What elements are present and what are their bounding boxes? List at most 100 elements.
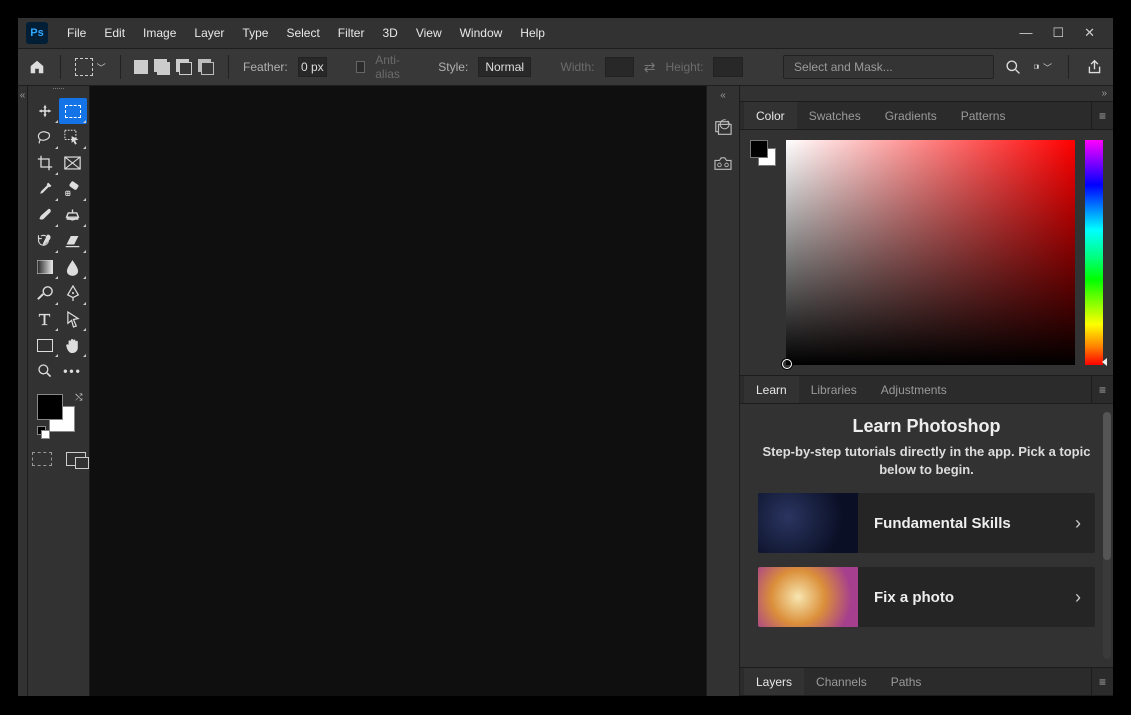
color-panel-fgbg[interactable] [750, 140, 776, 367]
tab-learn[interactable]: Learn [744, 376, 799, 403]
feather-input[interactable]: 0 px [298, 57, 327, 77]
learn-title: Learn Photoshop [758, 416, 1095, 437]
frame-tool[interactable] [59, 150, 87, 176]
color-panel [740, 130, 1113, 376]
properties-panel-icon[interactable] [709, 150, 737, 178]
minimize-button[interactable]: — [1019, 25, 1032, 41]
path-selection-tool[interactable] [59, 306, 87, 332]
document-canvas[interactable] [90, 86, 706, 696]
foreground-color-swatch[interactable] [37, 394, 63, 420]
hue-slider-thumb[interactable] [1102, 358, 1107, 366]
panel-menu-icon[interactable]: ≡ [1091, 102, 1113, 129]
menu-layer[interactable]: Layer [185, 18, 233, 48]
tab-adjustments[interactable]: Adjustments [869, 376, 959, 403]
selection-new-icon[interactable] [134, 60, 148, 74]
spot-healing-brush-tool[interactable] [59, 176, 87, 202]
chevron-right-icon: › [1075, 587, 1081, 608]
screen-mode-toggle[interactable] [66, 452, 86, 466]
menu-help[interactable]: Help [511, 18, 554, 48]
dock-collapse-toggle[interactable]: « [720, 90, 726, 106]
style-select[interactable]: Normal [478, 57, 531, 77]
chevron-right-icon: › [1075, 513, 1081, 534]
width-label: Width: [561, 60, 595, 74]
foreground-background-colors[interactable]: ⤭ [37, 394, 81, 434]
antialias-label: Anti-alias [375, 53, 409, 81]
menu-3d[interactable]: 3D [373, 18, 406, 48]
hand-tool[interactable] [59, 332, 87, 358]
eraser-tool[interactable] [59, 228, 87, 254]
color-picker-cursor [782, 359, 792, 369]
selection-add-icon[interactable] [154, 59, 170, 75]
menu-type[interactable]: Type [233, 18, 277, 48]
tab-patterns[interactable]: Patterns [949, 102, 1018, 129]
learn-card-fundamental-skills[interactable]: Fundamental Skills › [758, 493, 1095, 553]
menu-filter[interactable]: Filter [329, 18, 374, 48]
history-panel-icon[interactable] [709, 114, 737, 142]
dodge-tool[interactable] [31, 280, 59, 306]
panel-menu-icon[interactable]: ≡ [1091, 376, 1113, 403]
collapsed-dock: « [706, 86, 740, 696]
menu-image[interactable]: Image [134, 18, 185, 48]
learn-panel: Learn Photoshop Step-by-step tutorials d… [740, 404, 1113, 668]
brush-tool[interactable] [31, 202, 59, 228]
height-label: Height: [665, 60, 703, 74]
zoom-tool[interactable] [31, 358, 59, 384]
style-label: Style: [438, 60, 468, 74]
tool-preset[interactable]: ﹀ [75, 48, 106, 86]
close-button[interactable]: ✕ [1084, 25, 1095, 41]
crop-tool[interactable] [31, 150, 59, 176]
width-input [605, 57, 634, 77]
tab-layers[interactable]: Layers [744, 668, 804, 695]
learn-card-fix-a-photo[interactable]: Fix a photo › [758, 567, 1095, 627]
tab-paths[interactable]: Paths [879, 668, 934, 695]
menu-window[interactable]: Window [451, 18, 512, 48]
history-brush-tool[interactable] [31, 228, 59, 254]
clone-stamp-tool[interactable] [59, 202, 87, 228]
home-button[interactable] [28, 58, 46, 76]
pen-tool[interactable] [59, 280, 87, 306]
share-icon[interactable] [1085, 58, 1103, 76]
tab-channels[interactable]: Channels [804, 668, 879, 695]
selection-mode-group [134, 48, 214, 86]
left-dock-collapse[interactable]: « [18, 86, 28, 696]
workspace-switcher-icon[interactable]: ﹀ [1034, 58, 1052, 76]
learn-subtitle: Step-by-step tutorials directly in the a… [758, 443, 1095, 479]
tools-panel: ••• ⤭ [28, 86, 90, 696]
learn-card-title: Fundamental Skills [874, 515, 1011, 532]
selection-intersect-icon[interactable] [198, 59, 214, 75]
move-tool[interactable] [31, 98, 59, 124]
tab-gradients[interactable]: Gradients [873, 102, 949, 129]
edit-toolbar[interactable]: ••• [59, 358, 87, 384]
right-dock-collapse[interactable]: » [1101, 88, 1107, 99]
menu-select[interactable]: Select [277, 18, 328, 48]
default-colors-icon[interactable] [37, 426, 47, 436]
menu-edit[interactable]: Edit [95, 18, 134, 48]
selection-subtract-icon[interactable] [176, 59, 192, 75]
menu-file[interactable]: File [58, 18, 95, 48]
select-and-mask-button[interactable]: Select and Mask... [783, 55, 994, 79]
tab-swatches[interactable]: Swatches [797, 102, 873, 129]
tab-libraries[interactable]: Libraries [799, 376, 869, 403]
maximize-button[interactable]: ☐ [1052, 25, 1064, 41]
quick-mask-toggle[interactable] [32, 452, 52, 466]
photoshop-window: Ps FileEditImageLayerTypeSelectFilter3DV… [18, 18, 1113, 696]
tab-color[interactable]: Color [744, 102, 797, 129]
gradient-tool[interactable] [31, 254, 59, 280]
search-icon[interactable] [1004, 58, 1022, 76]
panel-grip[interactable] [39, 88, 79, 96]
type-tool[interactable] [31, 306, 59, 332]
eyedropper-tool[interactable] [31, 176, 59, 202]
lasso-tool[interactable] [31, 124, 59, 150]
rectangle-tool[interactable] [31, 332, 59, 358]
rectangular-marquee-tool[interactable] [59, 98, 87, 124]
object-selection-tool[interactable] [59, 124, 87, 150]
panel-menu-icon[interactable]: ≡ [1091, 668, 1113, 695]
chevron-down-icon: ﹀ [97, 61, 106, 74]
swap-colors-icon[interactable]: ⤭ [75, 392, 82, 403]
learn-panel-tabs: LearnLibrariesAdjustments ≡ [740, 376, 1113, 404]
blur-tool[interactable] [59, 254, 87, 280]
color-saturation-value-field[interactable] [786, 140, 1075, 365]
learn-scrollbar[interactable] [1103, 412, 1111, 659]
color-hue-slider[interactable] [1085, 140, 1103, 365]
menu-view[interactable]: View [407, 18, 451, 48]
